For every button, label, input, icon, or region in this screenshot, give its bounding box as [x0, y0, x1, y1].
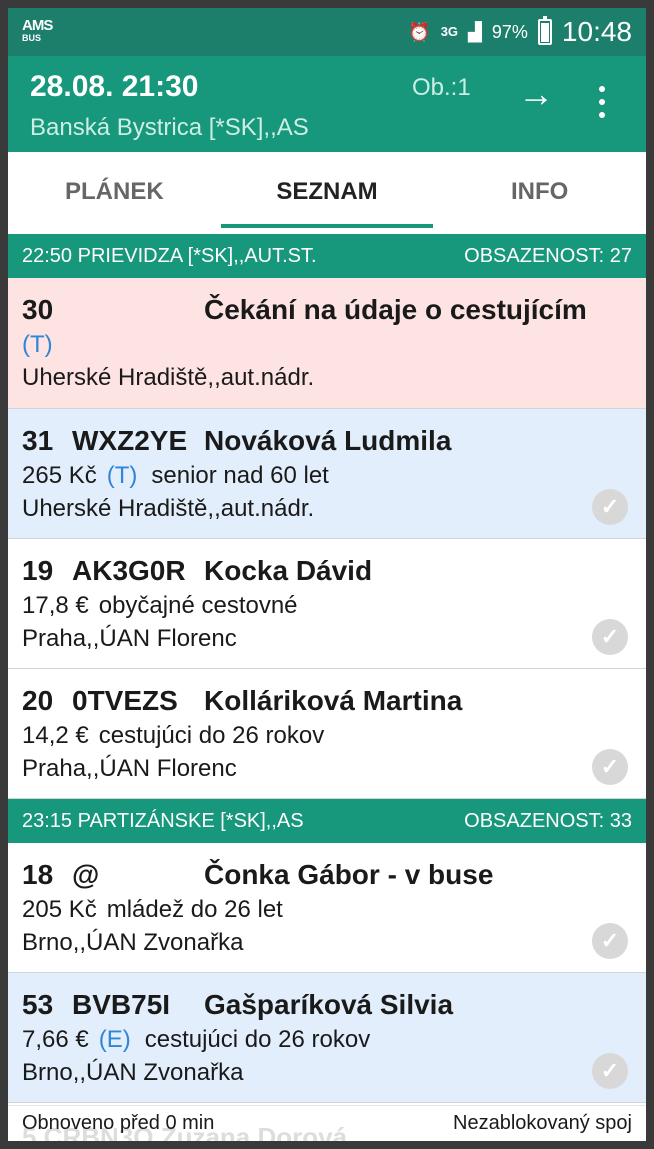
passenger-row[interactable]: 53 BVB75I Gašparíková Silvia 7,66 € (E) cest… [8, 973, 646, 1103]
app-bar: 28.08. 21:30 Banská Bystrica [*SK],,AS O… [8, 56, 646, 152]
app-frame: AMS BUS ⏰ 3G ▟ 97% 10:48 28.08. 21:30 Ban… [8, 8, 646, 1141]
more-menu-icon[interactable] [588, 82, 616, 122]
fare-type: cestujúci do 26 rokov [144, 1026, 371, 1053]
ticket-price: 14,2 € [22, 722, 89, 749]
passenger-row[interactable]: 19 AK3G0R Kocka Dávid 17,8 € obyčajné cesto… [8, 539, 646, 669]
destination-stop: Brno,,ÚAN Zvonařka [22, 929, 244, 956]
check-icon[interactable]: ✓ [592, 923, 628, 959]
seat-number: 19 [22, 555, 54, 586]
status-bar: AMS BUS ⏰ 3G ▟ 97% 10:48 [8, 8, 646, 56]
occupancy: OBSAZENOST: 27 [464, 244, 632, 267]
passenger-row[interactable]: 18 @ Čonka Gábor - v buse 205 Kč mládež do … [8, 843, 646, 973]
seat-number: 31 [22, 425, 54, 456]
ticket-code: 0TVEZS [72, 685, 178, 716]
status-indicators: ⏰ 3G ▟ 97% 10:48 [408, 16, 632, 48]
ticket-price: 7,66 € [22, 1026, 89, 1053]
ticket-code: AK3G0R [72, 555, 186, 586]
ticket-price: 17,8 € [22, 592, 89, 619]
destination-stop: Uherské Hradiště,,aut.nádr. [22, 495, 315, 522]
departure-station: Banská Bystrica [*SK],,AS [30, 114, 309, 141]
passenger-name: Gašparíková Silvia [204, 989, 454, 1020]
last-updated: Obnoveno před 0 min [22, 1112, 215, 1134]
battery-icon [537, 16, 552, 45]
ticket-flag: (T) [106, 462, 138, 489]
connection-status: Nezablokovaný spoj [453, 1112, 632, 1134]
seat-number: 18 [22, 859, 54, 890]
passenger-row[interactable]: 31 WXZ2YE Nováková Ludmila 265 Kč (T) senior… [8, 409, 646, 539]
occupancy: OBSAZENOST: 33 [464, 809, 632, 832]
destination-stop: Uherské Hradiště,,aut.nádr. [22, 364, 315, 391]
check-icon[interactable]: ✓ [592, 489, 628, 525]
alarm-icon: ⏰ [408, 21, 431, 42]
passenger-name: Čonka Gábor - v buse [204, 859, 494, 890]
departure-datetime: 28.08. 21:30 [30, 70, 199, 103]
ticket-price: 205 Kč [22, 896, 97, 923]
passenger-name: Nováková Ludmila [204, 425, 452, 456]
ticket-code: BVB75I [72, 989, 171, 1020]
stop-name: 22:50 PRIEVIDZA [*SK],,AUT.ST. [22, 244, 317, 267]
stop-header: 23:15 PARTIZÁNSKE [*SK],,AS OBSAZENOST: … [8, 799, 646, 843]
arrow-right-icon[interactable]: → [518, 76, 554, 112]
app-logo-icon: AMS BUS [22, 17, 53, 43]
tab-planek[interactable]: PLÁNEK [8, 152, 221, 234]
fare-type: mládež do 26 let [106, 896, 283, 923]
passenger-row[interactable]: 30 Čekání na údaje o cestujícím (T) Uhers… [8, 278, 646, 409]
check-icon[interactable]: ✓ [592, 749, 628, 785]
battery-level: 97% [491, 21, 528, 42]
tab-seznam[interactable]: SEZNAM [220, 152, 434, 234]
destination-stop: Praha,,ÚAN Florenc [22, 625, 237, 652]
passenger-name: Čekání na údaje o cestujícím [204, 294, 587, 325]
seat-number: 30 [22, 294, 54, 325]
tab-info[interactable]: INFO [433, 152, 646, 234]
ticket-code: @ [72, 859, 100, 890]
clock: 10:48 [561, 16, 632, 47]
network-icon: 3G [440, 24, 459, 39]
ticket-flag: (T) [22, 331, 53, 358]
passenger-name: Kolláriková Martina [204, 685, 463, 716]
passenger-row[interactable]: 20 0TVEZS Kolláriková Martina 14,2 € cestuj… [8, 669, 646, 799]
signal-icon: ▟ [468, 21, 482, 42]
ticket-flag: (E) [98, 1026, 131, 1053]
seat-number: 20 [22, 685, 54, 716]
passenger-name: Kocka Dávid [204, 555, 373, 586]
destination-stop: Brno,,ÚAN Zvonařka [22, 1059, 244, 1086]
seat-number: 53 [22, 989, 54, 1020]
fare-type: senior nad 60 let [151, 462, 329, 489]
tab-bar: PLÁNEK SEZNAM INFO [8, 152, 646, 234]
destination-stop: Praha,,ÚAN Florenc [22, 755, 237, 782]
status-footer: 5 CRBN3Q Zuzana Dorová Obnoveno před 0 m… [8, 1105, 646, 1141]
fare-type: cestujúci do 26 rokov [98, 722, 325, 749]
stop-name: 23:15 PARTIZÁNSKE [*SK],,AS [22, 809, 304, 832]
check-icon[interactable]: ✓ [592, 1053, 628, 1089]
stop-header: 22:50 PRIEVIDZA [*SK],,AUT.ST. OBSAZENOS… [8, 234, 646, 278]
ob-counter: Ob.:1 [412, 74, 471, 101]
ticket-price: 265 Kč [22, 462, 97, 489]
fare-type: obyčajné cestovné [98, 592, 298, 619]
check-icon[interactable]: ✓ [592, 619, 628, 655]
ticket-code: WXZ2YE [72, 425, 188, 456]
